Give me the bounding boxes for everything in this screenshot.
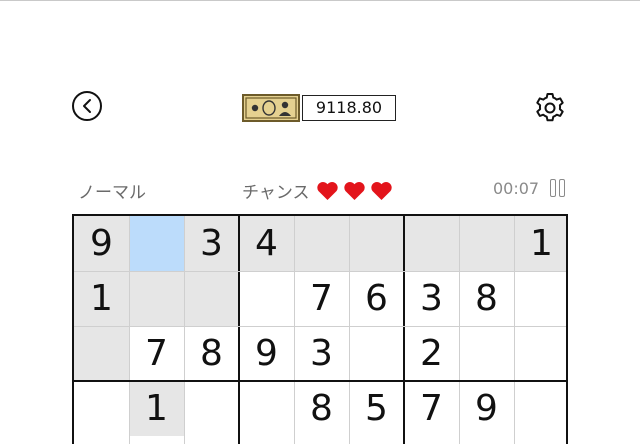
sudoku-board: 9341176387893218579: [72, 214, 568, 444]
sudoku-cell[interactable]: [294, 216, 349, 271]
currency-amount: 9118.80: [302, 95, 396, 121]
currency-display: 9118.80: [242, 94, 396, 122]
heart-icon: [343, 182, 365, 201]
grid-line: [74, 326, 566, 327]
status-row: ノーマル チャンス 00:07: [0, 176, 640, 203]
sudoku-cell[interactable]: [349, 216, 404, 271]
sudoku-cell[interactable]: [404, 216, 459, 271]
top-divider: [0, 0, 640, 1]
sudoku-cell[interactable]: 6: [349, 271, 404, 326]
pause-icon: [550, 179, 556, 197]
sudoku-cell[interactable]: 8: [184, 326, 239, 381]
sudoku-cell[interactable]: 7: [294, 271, 349, 326]
sudoku-cell[interactable]: [514, 271, 566, 326]
elapsed-timer: 00:07: [493, 179, 540, 198]
sudoku-cell[interactable]: 3: [404, 271, 459, 326]
sudoku-cell[interactable]: 3: [294, 326, 349, 381]
grid-line: [514, 216, 515, 444]
grid-line: [294, 216, 295, 444]
sudoku-cell[interactable]: 9: [459, 381, 514, 436]
box-divider: [238, 216, 240, 444]
sudoku-cell[interactable]: [74, 326, 129, 381]
grid-line: [74, 271, 566, 272]
sudoku-cell[interactable]: 1: [514, 216, 566, 271]
sudoku-cell[interactable]: [129, 216, 184, 271]
grid-line: [129, 216, 130, 444]
sudoku-cell[interactable]: [239, 381, 294, 436]
back-button[interactable]: [72, 91, 102, 121]
pause-icon: [559, 179, 565, 197]
sudoku-cell[interactable]: [459, 326, 514, 381]
sudoku-cell[interactable]: [184, 271, 239, 326]
sudoku-cell[interactable]: 4: [239, 216, 294, 271]
pause-button[interactable]: [549, 178, 567, 198]
sudoku-cell[interactable]: 5: [349, 381, 404, 436]
chances-label: チャンス: [242, 183, 310, 203]
chevron-left-icon: [83, 99, 91, 113]
sudoku-cell[interactable]: 3: [184, 216, 239, 271]
sudoku-cell[interactable]: 2: [404, 326, 459, 381]
grid-line: [184, 216, 185, 444]
heart-icon: [316, 182, 338, 201]
sudoku-cell[interactable]: 8: [459, 271, 514, 326]
settings-button[interactable]: [533, 91, 567, 125]
sudoku-cell[interactable]: 7: [404, 381, 459, 436]
sudoku-cell[interactable]: 1: [129, 381, 184, 436]
sudoku-cell[interactable]: [514, 326, 566, 381]
grid-line: [459, 216, 460, 444]
sudoku-cell[interactable]: 9: [74, 216, 129, 271]
sudoku-cell[interactable]: [74, 381, 129, 436]
sudoku-cell[interactable]: [239, 271, 294, 326]
banknote-icon: [242, 94, 300, 122]
difficulty-label: ノーマル: [78, 183, 146, 203]
sudoku-cell[interactable]: [129, 271, 184, 326]
sudoku-cell[interactable]: 1: [74, 271, 129, 326]
grid-line: [349, 216, 350, 444]
sudoku-cell[interactable]: [514, 381, 566, 436]
chances-indicator: チャンス: [242, 178, 397, 203]
sudoku-cell[interactable]: [349, 326, 404, 381]
box-divider: [74, 380, 566, 382]
sudoku-cell[interactable]: 7: [129, 326, 184, 381]
gear-icon: [536, 93, 564, 122]
sudoku-cell[interactable]: [459, 216, 514, 271]
box-divider: [403, 216, 405, 444]
sudoku-cell[interactable]: 9: [239, 326, 294, 381]
sudoku-cell[interactable]: [184, 381, 239, 436]
heart-icon: [370, 182, 392, 201]
sudoku-cell[interactable]: 8: [294, 381, 349, 436]
